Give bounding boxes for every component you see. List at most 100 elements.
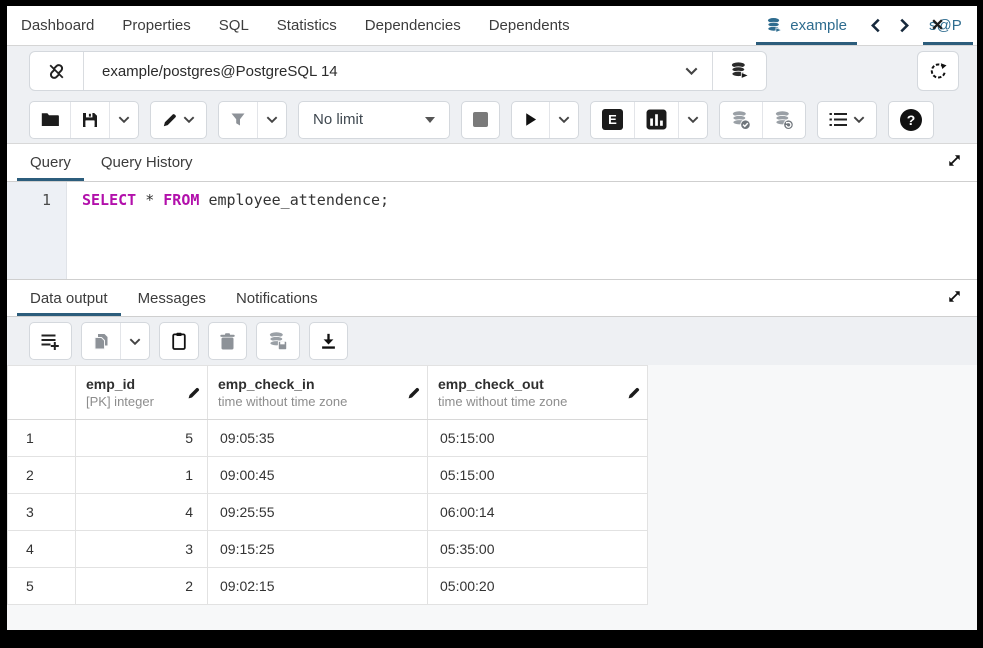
chevron-down-icon bbox=[183, 116, 195, 123]
connection-dropdown-value[interactable]: example/postgres@PostgreSQL 14 bbox=[84, 52, 670, 90]
column-type: time without time zone bbox=[438, 394, 625, 409]
tab-query-history[interactable]: Query History bbox=[86, 144, 208, 181]
cell-emp-id[interactable]: 2 bbox=[76, 568, 208, 605]
editor-gutter: 1 bbox=[7, 182, 67, 279]
row-number-cell[interactable]: 1 bbox=[8, 420, 76, 457]
cell-emp-check-out[interactable]: 06:00:14 bbox=[428, 494, 648, 531]
tab-scroll-left-button[interactable] bbox=[861, 6, 890, 45]
save-data-changes-button[interactable] bbox=[257, 323, 299, 359]
copy-options-toggle[interactable] bbox=[120, 323, 149, 359]
column-header-emp-check-in[interactable]: emp_check_in time without time zone bbox=[208, 366, 428, 420]
refresh-connection-button[interactable] bbox=[917, 51, 959, 91]
save-options-toggle[interactable] bbox=[109, 102, 138, 138]
expand-output-button[interactable] bbox=[946, 288, 963, 305]
tab-sql[interactable]: SQL bbox=[205, 6, 263, 45]
row-limit-select[interactable]: No limit bbox=[299, 102, 449, 138]
folder-icon bbox=[41, 112, 59, 127]
tab-query-tool-overflow[interactable]: s@P bbox=[919, 6, 977, 45]
column-name: emp_check_in bbox=[218, 376, 405, 392]
ordered-list-icon bbox=[829, 112, 848, 127]
rollback-button[interactable] bbox=[762, 102, 805, 138]
sql-editor[interactable]: 1 SELECT * FROM employee_attendence; bbox=[7, 182, 977, 279]
trash-icon bbox=[220, 333, 235, 350]
tab-data-output[interactable]: Data output bbox=[15, 280, 123, 316]
commit-database-icon bbox=[731, 110, 751, 130]
edit-column-icon[interactable] bbox=[627, 386, 641, 400]
cell-emp-id[interactable]: 1 bbox=[76, 457, 208, 494]
row-number-cell[interactable]: 2 bbox=[8, 457, 76, 494]
explain-button[interactable]: E bbox=[591, 102, 634, 138]
sql-keyword: FROM bbox=[163, 191, 199, 209]
explain-options-toggle[interactable] bbox=[678, 102, 707, 138]
output-tab-bar: Data output Messages Notifications bbox=[7, 279, 977, 317]
save-data-database-icon bbox=[268, 331, 288, 351]
sql-keyword: SELECT bbox=[82, 191, 136, 209]
edit-menu-button[interactable] bbox=[151, 102, 206, 138]
cell-emp-check-out[interactable]: 05:15:00 bbox=[428, 457, 648, 494]
column-header-emp-check-out[interactable]: emp_check_out time without time zone bbox=[428, 366, 648, 420]
expand-editor-button[interactable] bbox=[946, 152, 963, 169]
chevron-down-icon bbox=[853, 116, 865, 123]
cancel-query-button[interactable] bbox=[462, 102, 499, 138]
paste-button[interactable] bbox=[160, 323, 198, 359]
tab-dependents[interactable]: Dependents bbox=[475, 6, 584, 45]
chevron-down-icon bbox=[118, 116, 130, 123]
filter-button[interactable] bbox=[219, 102, 257, 138]
tab-dashboard[interactable]: Dashboard bbox=[7, 6, 108, 45]
copy-button[interactable] bbox=[82, 323, 120, 359]
edit-column-icon[interactable] bbox=[407, 386, 421, 400]
cell-emp-check-in[interactable]: 09:02:15 bbox=[208, 568, 428, 605]
cell-emp-check-in[interactable]: 09:00:45 bbox=[208, 457, 428, 494]
filter-funnel-icon bbox=[230, 112, 246, 127]
chevron-down-icon bbox=[687, 116, 699, 123]
edit-column-icon[interactable] bbox=[187, 386, 201, 400]
cell-emp-check-in[interactable]: 09:15:25 bbox=[208, 531, 428, 568]
dropdown-arrow-icon bbox=[425, 117, 435, 123]
commit-button[interactable] bbox=[720, 102, 762, 138]
cell-emp-id[interactable]: 4 bbox=[76, 494, 208, 531]
open-file-button[interactable] bbox=[30, 102, 70, 138]
editor-code-line[interactable]: SELECT * FROM employee_attendence; bbox=[67, 182, 389, 279]
explain-analyze-button[interactable] bbox=[634, 102, 678, 138]
table-row: 5 2 09:02:15 05:00:20 bbox=[8, 568, 648, 605]
cell-emp-check-out[interactable]: 05:15:00 bbox=[428, 420, 648, 457]
close-icon[interactable] bbox=[931, 18, 944, 31]
tab-notifications[interactable]: Notifications bbox=[221, 280, 333, 316]
help-icon: ? bbox=[900, 109, 922, 131]
cell-emp-id[interactable]: 3 bbox=[76, 531, 208, 568]
row-number-cell[interactable]: 5 bbox=[8, 568, 76, 605]
execute-options-toggle[interactable] bbox=[549, 102, 578, 138]
delete-row-button[interactable] bbox=[209, 323, 246, 359]
filter-options-toggle[interactable] bbox=[257, 102, 286, 138]
help-button[interactable]: ? bbox=[889, 102, 933, 138]
cell-emp-check-in[interactable]: 09:05:35 bbox=[208, 420, 428, 457]
cell-emp-check-in[interactable]: 09:25:55 bbox=[208, 494, 428, 531]
save-file-button[interactable] bbox=[70, 102, 109, 138]
download-results-button[interactable] bbox=[310, 323, 347, 359]
tab-query[interactable]: Query bbox=[15, 144, 86, 181]
add-row-button[interactable] bbox=[30, 323, 71, 359]
tab-properties[interactable]: Properties bbox=[108, 6, 204, 45]
tab-scroll-right-button[interactable] bbox=[890, 6, 919, 45]
column-header-emp-id[interactable]: emp_id [PK] integer bbox=[76, 366, 208, 420]
cell-emp-check-out[interactable]: 05:00:20 bbox=[428, 568, 648, 605]
database-icon bbox=[766, 17, 783, 34]
row-number-cell[interactable]: 4 bbox=[8, 531, 76, 568]
tab-messages[interactable]: Messages bbox=[123, 280, 221, 316]
tab-dependencies[interactable]: Dependencies bbox=[351, 6, 475, 45]
corner-header-cell[interactable] bbox=[8, 366, 76, 420]
macros-button[interactable] bbox=[818, 102, 876, 138]
clipboard-icon bbox=[171, 332, 187, 350]
explain-icon: E bbox=[602, 109, 623, 130]
play-icon bbox=[523, 112, 538, 127]
row-number-cell[interactable]: 3 bbox=[8, 494, 76, 531]
cell-emp-id[interactable]: 5 bbox=[76, 420, 208, 457]
connection-dropdown-toggle[interactable] bbox=[670, 52, 712, 90]
cell-emp-check-out[interactable]: 05:35:00 bbox=[428, 531, 648, 568]
execute-query-button[interactable] bbox=[512, 102, 549, 138]
connection-selector: example/postgres@PostgreSQL 14 bbox=[29, 51, 767, 91]
new-connection-button[interactable] bbox=[712, 52, 766, 90]
connection-status-button[interactable] bbox=[30, 52, 84, 90]
tab-statistics[interactable]: Statistics bbox=[263, 6, 351, 45]
tab-query-tool-example[interactable]: example bbox=[752, 6, 861, 45]
